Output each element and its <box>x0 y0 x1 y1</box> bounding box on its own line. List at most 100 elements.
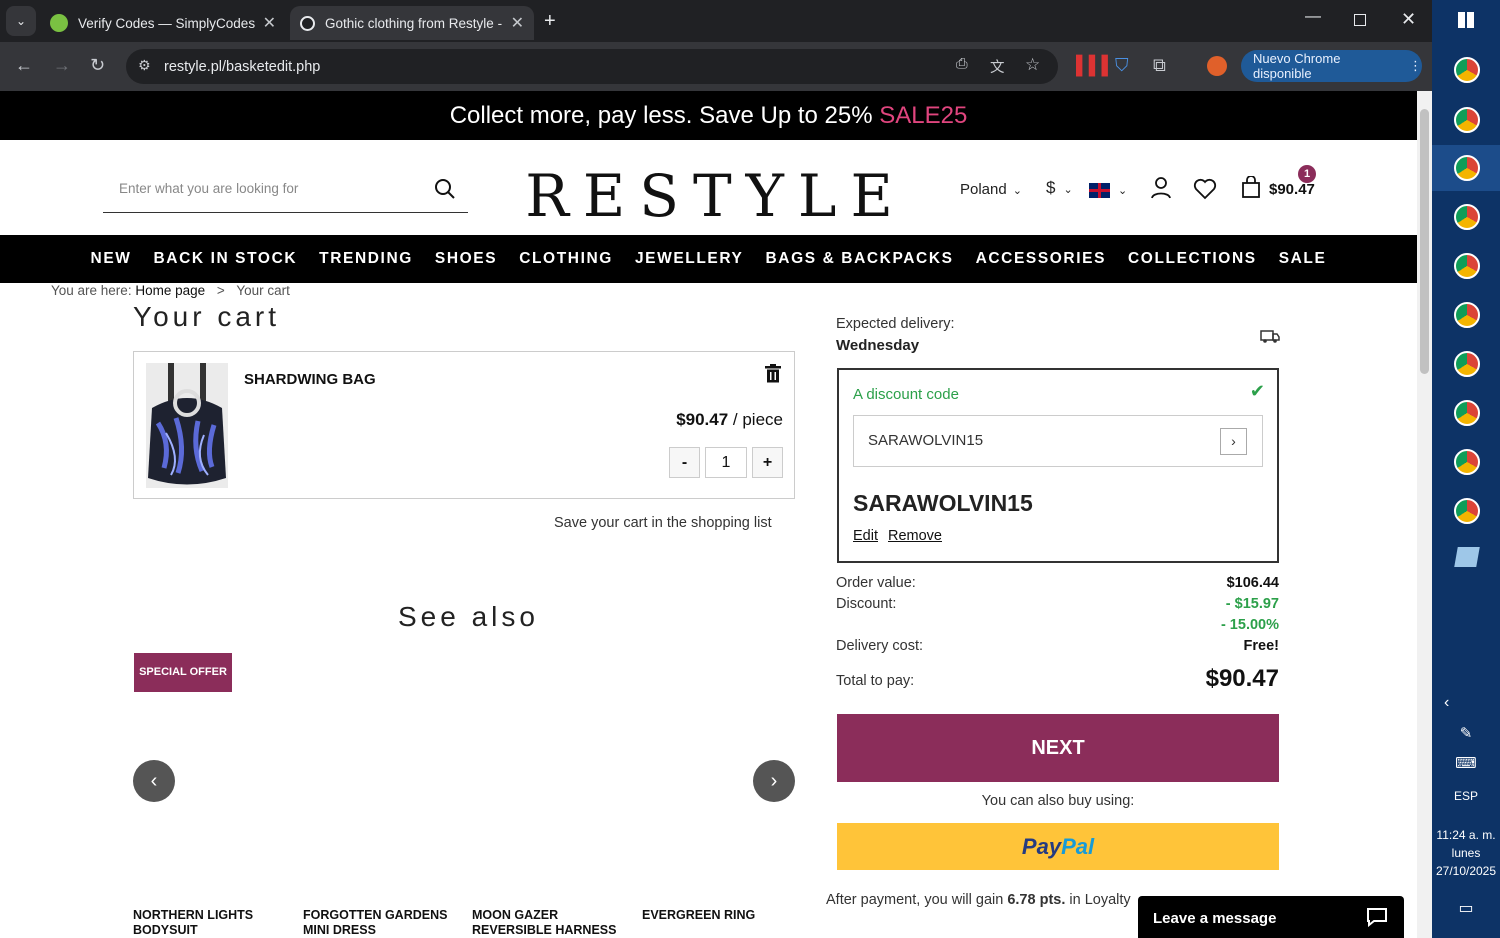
product-card-title[interactable]: FORGOTTEN GARDENS MINI DRESS <box>303 908 453 938</box>
nav-bags-backpacks[interactable]: BAGS & BACKPACKS <box>766 250 954 268</box>
product-image[interactable] <box>146 363 228 488</box>
nav-clothing[interactable]: CLOTHING <box>519 250 613 268</box>
product-card-title[interactable]: EVERGREEN RING <box>642 908 792 923</box>
nav-back-in-stock[interactable]: BACK IN STOCK <box>154 250 298 268</box>
restore-button[interactable] <box>1354 14 1366 26</box>
loyalty-text: After payment, you will gain <box>826 892 1008 908</box>
update-chrome-button[interactable]: Nuevo Chrome disponible ⋮ <box>1241 50 1422 82</box>
site-info-icon[interactable]: ⚙ <box>138 57 151 74</box>
keyboard-icon[interactable]: ⌨ <box>1432 754 1500 772</box>
tab-restyle[interactable]: Gothic clothing from Restyle - a ✕ <box>290 6 534 40</box>
discount-code-input[interactable]: SARAWOLVIN15 › <box>853 415 1263 467</box>
chrome-app-icon[interactable] <box>1454 400 1480 426</box>
currency-selector[interactable]: $ ⌄ <box>1046 178 1073 198</box>
windows-start-icon[interactable] <box>1458 12 1474 28</box>
discount-code-label[interactable]: A discount code <box>853 386 959 403</box>
update-label: Nuevo Chrome disponible <box>1253 51 1341 81</box>
chrome-app-icon[interactable] <box>1454 449 1480 475</box>
nav-trending[interactable]: TRENDING <box>319 250 413 268</box>
product-name[interactable]: SHARDWING BAG <box>244 371 376 388</box>
profile-avatar[interactable] <box>1207 56 1227 76</box>
quantity-increase-button[interactable]: + <box>752 447 783 478</box>
paypal-button[interactable]: PayPal <box>837 823 1279 870</box>
chrome-app-icon[interactable] <box>1454 351 1480 377</box>
scrollbar-thumb[interactable] <box>1420 109 1429 374</box>
chrome-app-icon[interactable] <box>1454 302 1480 328</box>
language-indicator[interactable]: ESP <box>1432 789 1500 803</box>
clock-date: 27/10/2025 <box>1435 864 1497 878</box>
puzzle-icon[interactable]: ⧉ <box>1153 55 1166 76</box>
pen-icon[interactable]: ✎ <box>1432 724 1500 742</box>
minimize-button[interactable]: — <box>1305 8 1321 26</box>
discount-code-value: SARAWOLVIN15 <box>868 432 984 449</box>
chrome-app-icon[interactable] <box>1454 107 1480 133</box>
restyle-logo[interactable]: RESTYLE <box>525 150 893 225</box>
country-label: Poland <box>960 181 1007 198</box>
extension-audio-icon[interactable]: ▌▌▌ <box>1076 55 1114 76</box>
clock-time[interactable]: 11:24 a. m. <box>1432 828 1500 842</box>
new-tab-button[interactable]: + <box>544 10 556 33</box>
nav-shoes[interactable]: SHOES <box>435 250 497 268</box>
save-to-shopping-list-link[interactable]: Save your cart in the shopping list <box>554 515 772 531</box>
language-selector[interactable]: ⌄ <box>1089 181 1127 198</box>
expected-delivery-label: Expected delivery: <box>836 316 955 332</box>
more-icon[interactable]: ⋮ <box>1409 58 1422 74</box>
promo-text: Collect more, pay less. Save Up to 25% <box>449 102 880 129</box>
country-selector[interactable]: Poland ⌄ <box>960 181 1022 198</box>
star-icon[interactable]: ☆ <box>1025 55 1040 75</box>
reload-icon[interactable]: ↻ <box>90 55 105 76</box>
notification-icon[interactable]: ▭ <box>1432 898 1500 918</box>
product-card-title[interactable]: NORTHERN LIGHTS BODYSUIT <box>133 908 273 938</box>
discount-amount: - $15.97 <box>1225 596 1279 612</box>
page-scrollbar[interactable] <box>1417 91 1432 938</box>
clock-day: lunes <box>1451 846 1481 860</box>
close-icon[interactable]: ✕ <box>263 13 276 33</box>
wishlist-heart-icon[interactable] <box>1193 178 1217 200</box>
remove-code-link[interactable]: Remove <box>888 528 942 544</box>
apply-code-button[interactable]: › <box>1220 428 1247 455</box>
paypal-logo-part: Pal <box>1061 834 1095 859</box>
account-icon[interactable] <box>1151 177 1171 199</box>
cart-bag-icon[interactable] <box>1241 176 1261 198</box>
chrome-app-icon[interactable] <box>1454 155 1480 181</box>
translate-icon[interactable]: 文 <box>990 56 1005 77</box>
tray-chevron-icon[interactable]: ‹ <box>1432 694 1500 712</box>
discount-label: Discount: <box>836 596 897 612</box>
chrome-app-icon[interactable] <box>1454 57 1480 83</box>
chat-widget[interactable]: Leave a message <box>1138 896 1404 938</box>
search-input[interactable]: Enter what you are looking for <box>103 168 468 213</box>
next-button[interactable]: NEXT <box>837 714 1279 782</box>
carousel-next-button[interactable]: › <box>753 760 795 802</box>
chevron-down-icon: ⌄ <box>1063 184 1073 196</box>
nav-sale[interactable]: SALE <box>1279 250 1327 268</box>
cart-total[interactable]: $90.47 <box>1269 181 1315 198</box>
install-icon[interactable]: ⎙ <box>956 56 968 72</box>
search-icon[interactable] <box>434 178 456 200</box>
chrome-app-icon[interactable] <box>1454 253 1480 279</box>
nav-jewellery[interactable]: JEWELLERY <box>635 250 744 268</box>
chrome-app-icon[interactable] <box>1454 204 1480 230</box>
tab-simplycodes[interactable]: Verify Codes — SimplyCodes ✕ <box>40 6 286 40</box>
nav-accessories[interactable]: ACCESSORIES <box>976 250 1106 268</box>
forward-icon[interactable]: → <box>53 55 71 76</box>
chrome-app-icon[interactable] <box>1454 498 1480 524</box>
nav-collections[interactable]: COLLECTIONS <box>1128 250 1257 268</box>
trash-icon[interactable] <box>765 364 781 383</box>
shield-icon[interactable]: ⛉ <box>1115 55 1129 76</box>
back-icon[interactable]: ← <box>15 55 33 76</box>
address-bar[interactable]: ⚙ restyle.pl/basketedit.php ⎙ 文 ☆ <box>126 49 1058 84</box>
quantity-decrease-button[interactable]: - <box>669 447 700 478</box>
quantity-input[interactable]: 1 <box>705 447 747 478</box>
nav-new[interactable]: NEW <box>91 250 132 268</box>
edit-code-link[interactable]: Edit <box>853 528 878 544</box>
close-window-button[interactable]: ✕ <box>1401 9 1416 30</box>
close-icon[interactable]: ✕ <box>511 13 524 33</box>
product-card-title[interactable]: MOON GAZER REVERSIBLE HARNESS <box>472 908 622 938</box>
tab-list-button[interactable]: ⌄ <box>6 6 36 36</box>
notes-app-icon[interactable] <box>1454 547 1480 567</box>
breadcrumb-current: Your cart <box>236 283 290 298</box>
carousel-prev-button[interactable]: ‹ <box>133 760 175 802</box>
breadcrumb-separator: > <box>216 283 225 298</box>
chat-bubble-icon <box>1367 908 1387 927</box>
breadcrumb-home-link[interactable]: Home page <box>135 283 205 298</box>
